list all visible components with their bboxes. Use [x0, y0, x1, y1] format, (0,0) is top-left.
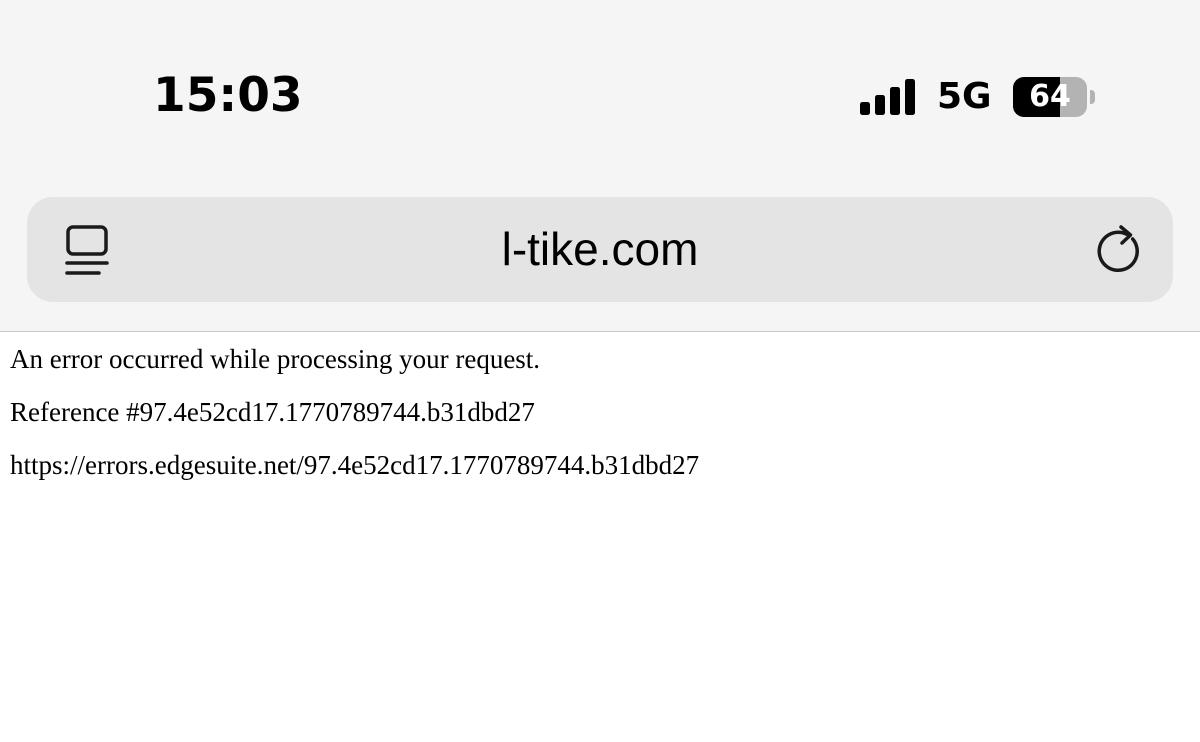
error-message: An error occurred while processing your … — [10, 344, 541, 374]
address-bar[interactable]: l-tike.com — [27, 197, 1173, 302]
browser-chrome: 15:03 5G 64 l-tike.com — [0, 0, 1200, 332]
status-time: 15:03 — [153, 68, 303, 123]
battery-icon: 64 — [1013, 77, 1097, 117]
error-reference: Reference #97.4e52cd17.1770789744.b31dbd… — [10, 397, 535, 427]
reload-icon[interactable] — [1095, 223, 1145, 277]
network-type-label: 5G — [937, 76, 992, 117]
error-url: https://errors.edgesuite.net/97.4e52cd17… — [10, 450, 700, 480]
battery-body: 64 — [1013, 77, 1087, 117]
cellular-signal-icon — [860, 79, 915, 115]
battery-tip — [1090, 90, 1095, 104]
error-page-content: An error occurred while processing your … — [10, 341, 1190, 500]
url-text[interactable]: l-tike.com — [27, 223, 1173, 275]
battery-level: 64 — [1029, 79, 1071, 114]
